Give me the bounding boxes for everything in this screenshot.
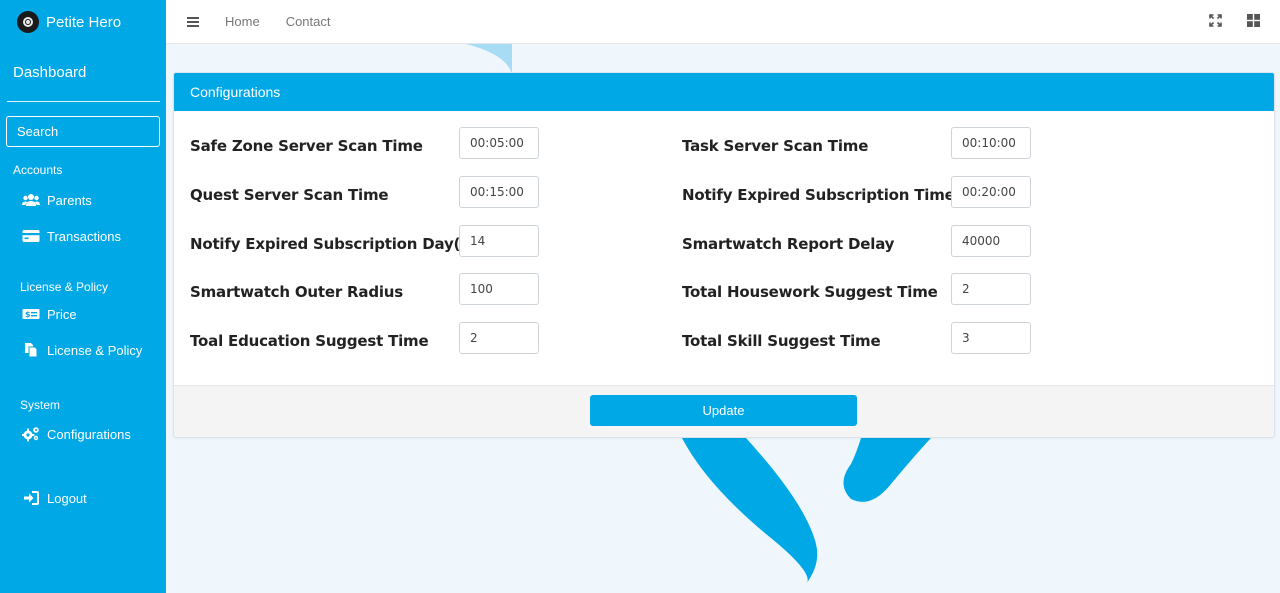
- sidebar-item-price[interactable]: $ Price: [0, 296, 166, 332]
- money-icon: $: [22, 306, 40, 322]
- brand-name: Petite Hero: [46, 13, 122, 31]
- field-label-notify-expired-time: Notify Expired Subscription Time: [682, 186, 955, 204]
- cogs-icon: [22, 426, 40, 442]
- outer-radius-input[interactable]: [459, 273, 539, 305]
- update-button[interactable]: Update: [590, 395, 857, 426]
- section-label-system: System: [20, 398, 61, 412]
- notify-expired-days-input[interactable]: [459, 225, 539, 257]
- field-label-notify-expired-days: Notify Expired Subscription Day(s): [190, 235, 476, 253]
- field-label-outer-radius: Smartwatch Outer Radius: [190, 283, 404, 301]
- search-input[interactable]: [7, 117, 193, 146]
- nav-link-home[interactable]: Home: [225, 14, 260, 29]
- svg-text:$: $: [25, 310, 31, 319]
- sign-in-icon: [22, 490, 40, 506]
- task-scan-input[interactable]: [951, 127, 1031, 159]
- sidebar-item-label: Configurations: [47, 426, 131, 442]
- hamburger-menu-icon[interactable]: [187, 15, 199, 29]
- sidebar-dashboard[interactable]: Dashboard: [7, 44, 160, 102]
- config-form: Safe Zone Server Scan Time Task Server S…: [174, 111, 1274, 387]
- sidebar-item-license-policy[interactable]: License & Policy: [0, 332, 166, 368]
- sidebar-item-label: Transactions: [47, 228, 121, 244]
- field-label-skill-suggest: Total Skill Suggest Time: [682, 332, 881, 350]
- top-navbar: Home Contact: [166, 0, 1280, 44]
- grid-icon[interactable]: [1247, 14, 1260, 27]
- sidebar: Petite Hero Dashboard Accounts Parents T…: [0, 0, 208, 593]
- users-icon: [22, 192, 40, 208]
- field-label-safe-zone-scan: Safe Zone Server Scan Time: [190, 137, 423, 155]
- sidebar-item-configurations[interactable]: Configurations: [0, 416, 166, 452]
- field-label-quest-scan: Quest Server Scan Time: [190, 186, 389, 204]
- sidebar-item-label: License & Policy: [47, 342, 143, 358]
- field-label-report-delay: Smartwatch Report Delay: [682, 235, 895, 253]
- education-suggest-input[interactable]: [459, 322, 539, 354]
- sidebar-item-label: Price: [47, 306, 77, 322]
- quest-scan-input[interactable]: [459, 176, 539, 208]
- sidebar-item-label: Logout: [47, 490, 87, 506]
- housework-suggest-input[interactable]: [951, 273, 1031, 305]
- card-footer: Update: [174, 385, 1274, 437]
- sidebar-search: [6, 116, 208, 147]
- field-label-housework-suggest: Total Housework Suggest Time: [682, 283, 938, 301]
- expand-icon[interactable]: [1209, 14, 1222, 27]
- skill-suggest-input[interactable]: [951, 322, 1031, 354]
- section-label-license-policy: License & Policy: [20, 280, 109, 294]
- credit-card-icon: [22, 228, 40, 244]
- sidebar-item-parents[interactable]: Parents: [0, 182, 166, 218]
- sidebar-item-label: Parents: [47, 192, 92, 208]
- section-label-accounts: Accounts: [13, 163, 63, 177]
- sidebar-item-transactions[interactable]: Transactions: [0, 218, 166, 254]
- field-label-education-suggest: Toal Education Suggest Time: [190, 332, 429, 350]
- field-label-task-scan: Task Server Scan Time: [682, 137, 869, 155]
- nav-link-contact[interactable]: Contact: [286, 14, 331, 29]
- copy-icon: [22, 342, 40, 358]
- brand[interactable]: Petite Hero: [0, 0, 166, 44]
- configurations-card: Configurations Safe Zone Server Scan Tim…: [173, 72, 1275, 438]
- brand-logo-icon: [17, 11, 39, 33]
- safe-zone-scan-input[interactable]: [459, 127, 539, 159]
- sidebar-item-logout[interactable]: Logout: [0, 480, 166, 516]
- report-delay-input[interactable]: [951, 225, 1031, 257]
- notify-expired-time-input[interactable]: [951, 176, 1031, 208]
- card-title: Configurations: [174, 73, 1274, 111]
